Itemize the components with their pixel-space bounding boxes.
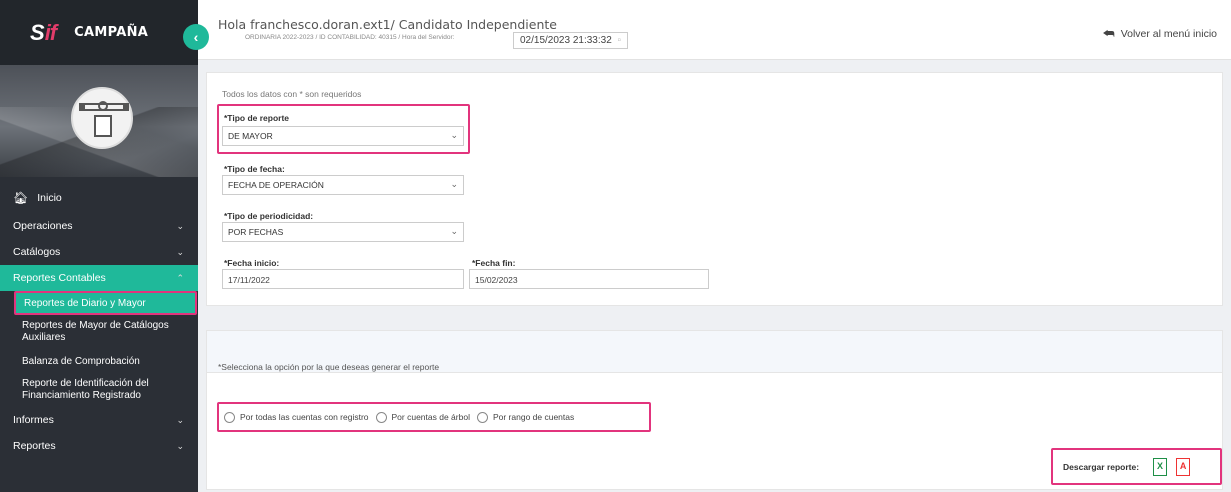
chevron-down-icon: ⌄ [450,179,458,189]
tipo-periodicidad-select[interactable]: POR FECHAS ⌄ [222,222,464,242]
fecha-inicio-value: 17/11/2022 [228,275,270,285]
sidebar-item-label: Informes [13,414,54,426]
sidebar-nav: 🏠︎ Inicio Operaciones ⌄ Catálogos ⌄ Repo… [0,183,198,459]
chevron-left-icon: ‹ [193,29,199,45]
sidebar: Sif CAMPAÑA 🏠︎ Inicio Operaciones ⌄ Catá… [0,0,198,492]
home-icon: 🏠︎ [13,191,29,205]
sidebar-subitem-label: Reporte de Identificación del Financiami… [22,378,149,401]
fecha-fin-value: 15/02/2023 [475,275,518,285]
sidebar-item-label: Catálogos [13,246,61,258]
collapse-sidebar-button[interactable]: ‹ [183,24,209,50]
sidebar-subitem-mayor-auxiliares[interactable]: Reportes de Mayor de Catálogos Auxiliare… [0,315,198,349]
tipo-reporte-select[interactable]: DE MAYOR ⌄ [222,126,464,146]
tipo-periodicidad-label: *Tipo de periodicidad: [224,211,314,221]
sidebar-item-operaciones[interactable]: Operaciones ⌄ [0,213,198,239]
brand-title: CAMPAÑA [74,25,149,40]
back-arrow-icon: ⮪ [1102,26,1115,41]
tipo-fecha-select[interactable]: FECHA DE OPERACIÓN ⌄ [222,175,464,195]
server-time-field: 02/15/2023 21:33:32 ▫ [513,32,629,49]
pdf-file-icon[interactable]: A [1176,457,1191,476]
radio-circle[interactable] [375,411,387,423]
tipo-reporte-label: *Tipo de reporte [224,113,290,123]
tipo-reporte-value: DE MAYOR [228,131,273,141]
radio-cuentas-arbol[interactable]: Por cuentas de árbol [375,411,470,423]
sidebar-item-reportes-contables[interactable]: Reportes Contables ⌃ [0,265,198,291]
back-to-menu-link[interactable]: ⮪ Volver al menú inicio [1103,26,1217,42]
sidebar-item-inicio[interactable]: 🏠︎ Inicio [0,183,198,213]
session-info: ORDINARIA 2022-2023 / ID CONTABILIDAD: 4… [245,34,455,41]
chevron-down-icon: ⌄ [450,226,458,236]
podium-shape [94,115,112,137]
greeting: Hola franchesco.doran.ext1/ Candidato In… [218,17,557,32]
chevron-down-icon: ⌄ [176,220,184,231]
sif-logo: Sif [30,19,57,45]
radio-label: Por cuentas de árbol [391,412,470,422]
radio-circle[interactable] [224,411,235,423]
download-label: Descargar reporte: [1063,461,1140,472]
sidebar-item-label: Reportes [13,440,56,452]
radio-label: Por todas las cuentas con registro [240,412,369,422]
sidebar-item-reportes[interactable]: Reportes ⌄ [0,433,198,459]
chevron-down-icon: ⌄ [176,414,184,425]
sidebar-item-label: Reportes Contables [13,272,106,284]
download-report: Descargar reporte: X A [1051,448,1222,485]
report-instruction: *Selecciona la opción por la que deseas … [218,362,440,372]
report-form-card: Todos los datos con * son requeridos *Ti… [206,72,1223,306]
sidebar-subitem-diario-mayor[interactable]: Reportes de Diario y Mayor [14,291,197,315]
sidebar-subitem-label: Reportes de Mayor de Catálogos Auxiliare… [22,320,169,343]
fecha-inicio-label: *Fecha inicio: [224,258,280,268]
person-head-shape [98,101,108,111]
radio-circle[interactable] [476,411,488,423]
back-label: Volver al menú inicio [1120,28,1217,40]
sidebar-subitem-label: Balanza de Comprobación [22,355,140,367]
report-options-card: *Selecciona la opción por la que deseas … [206,330,1223,490]
radio-rango-cuentas[interactable]: Por rango de cuentas [476,411,575,423]
sidebar-item-label: Inicio [37,192,62,204]
chevron-down-icon: ⌄ [176,440,184,451]
chevron-down-icon: ⌄ [450,130,458,140]
sidebar-subitem-identificacion[interactable]: Reporte de Identificación del Financiami… [0,373,198,407]
sidebar-subitem-balanza[interactable]: Balanza de Comprobación [0,349,198,373]
profile-banner [0,65,198,177]
tipo-periodicidad-value: POR FECHAS [228,227,284,237]
sidebar-item-label: Operaciones [13,220,73,232]
sidebar-subitem-label: Reportes de Diario y Mayor [24,297,146,309]
tipo-fecha-value: FECHA DE OPERACIÓN [228,180,324,190]
chevron-down-icon: ⌄ [176,246,184,257]
header: Hola franchesco.doran.ext1/ Candidato In… [198,0,1231,60]
radio-todas-cuentas[interactable]: Por todas las cuentas con registro [224,411,369,423]
fecha-fin-input[interactable]: 15/02/2023 [469,269,709,289]
server-time-value: 02/15/2023 21:33:32 [520,35,612,46]
chevron-up-icon: ⌃ [176,272,184,283]
sidebar-item-informes[interactable]: Informes ⌄ [0,407,198,433]
fecha-inicio-input[interactable]: 17/11/2022 [222,269,464,289]
sidebar-item-catalogos[interactable]: Catálogos ⌄ [0,239,198,265]
brand: Sif CAMPAÑA [0,0,198,65]
candidate-avatar [71,87,133,149]
tipo-fecha-label: *Tipo de fecha: [224,164,285,174]
fecha-fin-label: *Fecha fin: [472,258,516,268]
report-option-group: Por todas las cuentas con registro Por c… [217,402,651,432]
calendar-icon: ▫ [617,35,622,46]
radio-label: Por rango de cuentas [492,412,575,422]
excel-file-icon[interactable]: X [1153,457,1168,476]
required-note: Todos los datos con * son requeridos [222,89,362,99]
